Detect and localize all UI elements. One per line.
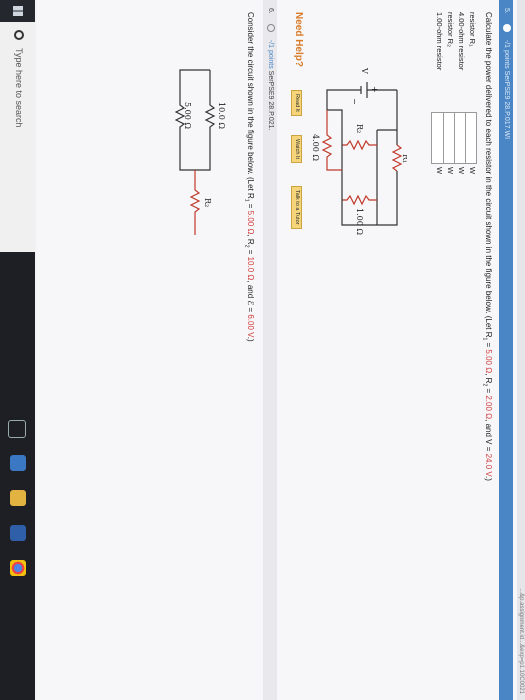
resistor-r1 <box>391 144 403 172</box>
taskbar-search[interactable]: Type here to search <box>0 22 35 252</box>
taskbar: Type here to search <box>0 0 35 700</box>
label-1ohm: 1.00 Ω <box>355 208 364 235</box>
answer-label: 1.00-ohm resistor <box>435 12 444 71</box>
problem-5-points: -/1 points <box>503 39 510 69</box>
label-plus: + <box>370 86 379 93</box>
watch-it-button[interactable]: Watch It <box>291 135 302 163</box>
answer-input-1ohm[interactable] <box>431 112 444 164</box>
need-help-label: Need Help? <box>293 12 304 68</box>
circuit-diagram-1: R₁ R₂ V + − 1.00 Ω 4.00 Ω <box>311 67 407 235</box>
problem-6-points: -/1 points <box>267 39 274 69</box>
q6-emf-value: 6.00 V <box>246 314 255 337</box>
task-view-icon[interactable] <box>8 420 26 438</box>
search-placeholder: Type here to search <box>14 48 24 128</box>
problem-6-question: Consider the circuit shown in the figure… <box>243 12 255 342</box>
chrome-icon[interactable] <box>10 560 26 576</box>
webassign-page: 5. -/1 points SerPSE9 28.P.017.WI Calcul… <box>37 0 517 700</box>
resistor-4ohm <box>321 110 342 171</box>
answer-unit: W <box>468 167 477 175</box>
answer-unit: W <box>446 167 455 175</box>
resistor-r2 <box>342 139 377 151</box>
read-it-button[interactable]: Read It <box>291 90 302 116</box>
problem-6-header: 6. -/1 points SerPSE9 28.P.021. <box>263 0 277 700</box>
resistor-1ohm <box>342 194 377 206</box>
problem-6-status-icon <box>266 23 275 32</box>
answer-unit: W <box>435 167 444 175</box>
problem-5-header: 5. -/1 points SerPSE9 28.P.017.WI <box>499 0 513 700</box>
url-text: ...&p.assignment.id...&exp=p1.10C0021 <box>518 588 524 694</box>
problem-5-id[interactable]: SerPSE9 28.P.017.WI <box>503 71 510 139</box>
answer-label: 4.00-ohm resistor <box>457 12 466 71</box>
r2-value: 2.00 Ω <box>484 395 493 420</box>
label-v: V <box>360 67 369 74</box>
address-bar[interactable]: ...&p.assignment.id...&exp=p1.10C0021 <box>517 0 525 700</box>
label-r2: R₂ <box>355 124 364 133</box>
start-button[interactable] <box>0 0 35 22</box>
edge-icon[interactable] <box>10 455 26 471</box>
v-value: 24.0 V <box>484 453 493 476</box>
q6-label-bottom: 5.00 Ω <box>183 102 192 129</box>
resistor-r2 <box>189 170 201 235</box>
circuit-wire <box>377 171 398 226</box>
circuit-wire <box>327 109 343 145</box>
answer-label: resistor R₁ <box>468 12 477 47</box>
q6-label-r2: R₂ <box>203 198 212 207</box>
file-explorer-icon[interactable] <box>10 490 26 506</box>
label-4ohm: 4.00 Ω <box>311 134 320 161</box>
problem-6-number: 6. <box>267 8 274 14</box>
problem-5-status-icon <box>502 23 511 32</box>
windows-logo-icon <box>13 6 23 16</box>
label-r1: R₁ <box>401 154 407 163</box>
answer-label: resistor R₂ <box>446 12 455 47</box>
answer-unit: W <box>457 167 466 175</box>
label-minus: − <box>350 98 359 105</box>
circuit-wire <box>195 70 216 171</box>
photo-background: ...&p.assignment.id...&exp=p1.10C0021 5.… <box>0 0 525 700</box>
store-icon[interactable] <box>10 525 26 541</box>
laptop-screen: ...&p.assignment.id...&exp=p1.10C0021 5.… <box>0 0 525 700</box>
r1-value: 5.00 Ω <box>484 349 493 374</box>
talk-to-tutor-button[interactable]: Talk to a Tutor <box>291 186 302 229</box>
problem-5-question: Calculate the power delivered to each re… <box>481 12 493 481</box>
q6-r2-value: 10.0 Ω <box>246 256 255 281</box>
problem-6-id[interactable]: SerPSE9 28.P.021. <box>267 71 274 131</box>
q6-r1-value: 5.00 Ω <box>246 210 255 235</box>
q6-label-top: 10.0 Ω <box>217 102 226 129</box>
problem-5-number: 5. <box>503 8 510 14</box>
cortana-icon <box>14 30 24 40</box>
circuit-diagram-2: 10.0 Ω R₂ 5.00 Ω <box>175 69 226 235</box>
